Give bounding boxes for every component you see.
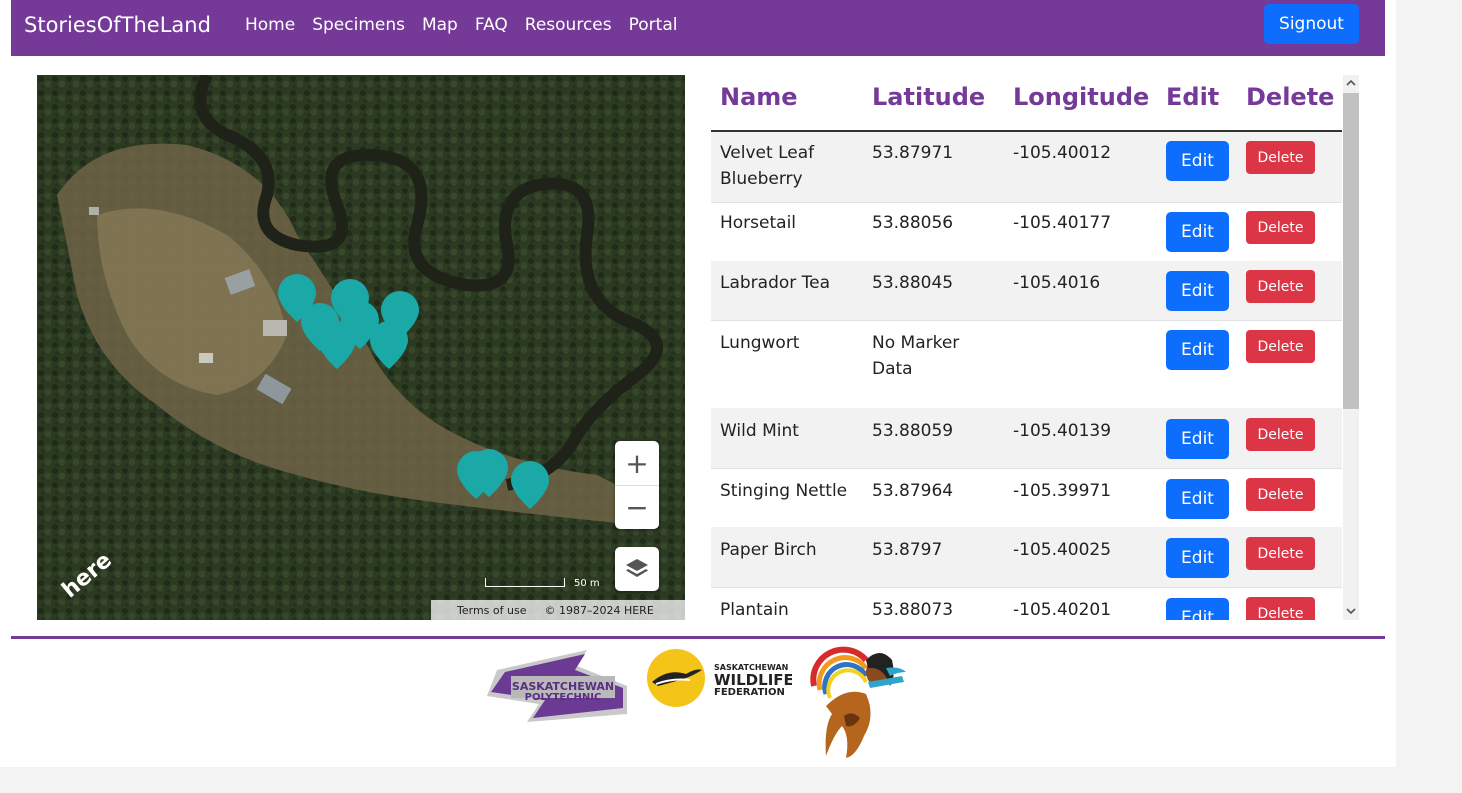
table-row: Velvet Leaf Blueberry 53.87971 -105.4001… — [711, 132, 1342, 203]
edit-button[interactable]: Edit — [1166, 538, 1229, 578]
layers-icon — [626, 559, 648, 577]
edit-button[interactable]: Edit — [1166, 271, 1229, 311]
delete-button[interactable]: Delete — [1246, 537, 1315, 570]
cell-latitude: 53.88059 — [872, 421, 954, 441]
svg-text:POLYTECHNIC: POLYTECHNIC — [525, 692, 602, 703]
map-view[interactable]: + − here 50 m Terms of use © 1987–2024 H… — [37, 75, 685, 620]
table-row: Horsetail 53.88056 -105.40177 Edit Delet… — [711, 202, 1342, 262]
header-name: Name — [720, 83, 798, 111]
table-row: Lungwort No Marker Data Edit Delete — [711, 320, 1342, 409]
zoom-out-button[interactable]: − — [615, 485, 659, 529]
footer-divider — [11, 636, 1385, 639]
scale-label: 50 m — [574, 578, 600, 589]
saskatchewan-wildlife-federation-logo: SASKATCHEWAN WILDLIFE FEDERATION — [647, 649, 792, 707]
delete-button[interactable]: Delete — [1246, 418, 1315, 451]
table-row: Paper Birch 53.8797 -105.40025 Edit Dele… — [711, 527, 1342, 588]
cell-name: Velvet Leaf Blueberry — [720, 143, 815, 189]
table-row: Wild Mint 53.88059 -105.40139 Edit Delet… — [711, 408, 1342, 469]
signout-button[interactable]: Signout — [1264, 4, 1359, 44]
nav-resources-link[interactable]: Resources — [525, 15, 612, 35]
cell-latitude: 53.88045 — [872, 273, 954, 293]
delete-button[interactable]: Delete — [1246, 270, 1315, 303]
cell-name: Plantain — [720, 600, 789, 620]
cell-latitude: 53.88073 — [872, 600, 954, 620]
cell-longitude: -105.40201 — [1013, 600, 1112, 620]
cell-name: Labrador Tea — [720, 273, 831, 293]
navbar: StoriesOfTheLand Home Specimens Map FAQ … — [11, 0, 1385, 56]
cell-latitude: 53.88056 — [872, 213, 954, 233]
map-attribution: Terms of use © 1987–2024 HERE — [431, 600, 685, 620]
terms-of-use-link[interactable]: Terms of use — [457, 604, 526, 617]
edit-button[interactable]: Edit — [1166, 330, 1229, 370]
scrollbar-thumb[interactable] — [1343, 93, 1359, 409]
svg-text:FEDERATION: FEDERATION — [714, 687, 785, 698]
header-delete: Delete — [1246, 83, 1335, 111]
cell-latitude: No Marker Data — [872, 333, 960, 379]
cell-name: Horsetail — [720, 213, 797, 233]
cell-longitude: -105.40139 — [1013, 421, 1112, 441]
indigenous-eagle-logo — [810, 646, 906, 758]
map-copyright: © 1987–2024 HERE — [544, 603, 654, 617]
cell-name: Paper Birch — [720, 540, 817, 560]
delete-button[interactable]: Delete — [1246, 141, 1315, 174]
cell-latitude: 53.8797 — [872, 540, 943, 560]
zoom-in-button[interactable]: + — [615, 441, 659, 486]
layers-button[interactable] — [615, 547, 659, 591]
cell-name: Stinging Nettle — [720, 481, 848, 501]
scroll-down-arrow-icon[interactable] — [1343, 603, 1359, 619]
table-row: Stinging Nettle 53.87964 -105.39971 Edit… — [711, 468, 1342, 528]
cell-latitude: 53.87971 — [872, 143, 954, 163]
cell-longitude: -105.40177 — [1013, 213, 1112, 233]
nav-home-link[interactable]: Home — [245, 15, 295, 35]
header-longitude: Longitude — [1013, 83, 1150, 111]
table-header: Name Latitude Longitude Edit Delete — [711, 75, 1342, 132]
table-row: Plantain 53.88073 -105.40201 Edit Delete — [711, 587, 1342, 620]
zoom-control: + − — [615, 441, 659, 529]
cell-name: Wild Mint — [720, 421, 799, 441]
edit-button[interactable]: Edit — [1166, 419, 1229, 459]
delete-button[interactable]: Delete — [1246, 330, 1315, 363]
nav-faq-link[interactable]: FAQ — [475, 15, 508, 35]
cell-longitude: -105.40012 — [1013, 143, 1112, 163]
header-latitude: Latitude — [872, 83, 986, 111]
map-marker-icon[interactable] — [468, 447, 510, 499]
map-marker-icon[interactable] — [509, 459, 551, 511]
specimen-table: Name Latitude Longitude Edit Delete Velv… — [711, 75, 1359, 620]
page: StoriesOfTheLand Home Specimens Map FAQ … — [0, 0, 1396, 767]
scale-bar — [485, 578, 565, 587]
cell-name: Lungwort — [720, 333, 800, 353]
nav-portal-link[interactable]: Portal — [629, 15, 678, 35]
nav-specimens-link[interactable]: Specimens — [312, 15, 405, 35]
cell-longitude: -105.39971 — [1013, 481, 1112, 501]
delete-button[interactable]: Delete — [1246, 597, 1315, 620]
cell-longitude: -105.40025 — [1013, 540, 1112, 560]
delete-button[interactable]: Delete — [1246, 478, 1315, 511]
cell-longitude: -105.4016 — [1013, 273, 1101, 293]
delete-button[interactable]: Delete — [1246, 211, 1315, 244]
edit-button[interactable]: Edit — [1166, 598, 1229, 620]
header-edit: Edit — [1166, 83, 1220, 111]
table-row: Labrador Tea 53.88045 -105.4016 Edit Del… — [711, 261, 1342, 321]
nav-map-link[interactable]: Map — [422, 15, 458, 35]
scroll-up-arrow-icon[interactable] — [1343, 75, 1359, 91]
edit-button[interactable]: Edit — [1166, 479, 1229, 519]
nav-links: Home Specimens Map FAQ Resources Portal — [245, 15, 694, 35]
edit-button[interactable]: Edit — [1166, 141, 1229, 181]
map-marker-icon[interactable] — [316, 319, 358, 371]
brand-link[interactable]: StoriesOfTheLand — [24, 13, 211, 37]
saskatchewan-polytechnic-logo: SASKATCHEWAN POLYTECHNIC — [487, 650, 627, 722]
edit-button[interactable]: Edit — [1166, 212, 1229, 252]
cell-latitude: 53.87964 — [872, 481, 954, 501]
map-marker-icon[interactable] — [368, 319, 410, 371]
